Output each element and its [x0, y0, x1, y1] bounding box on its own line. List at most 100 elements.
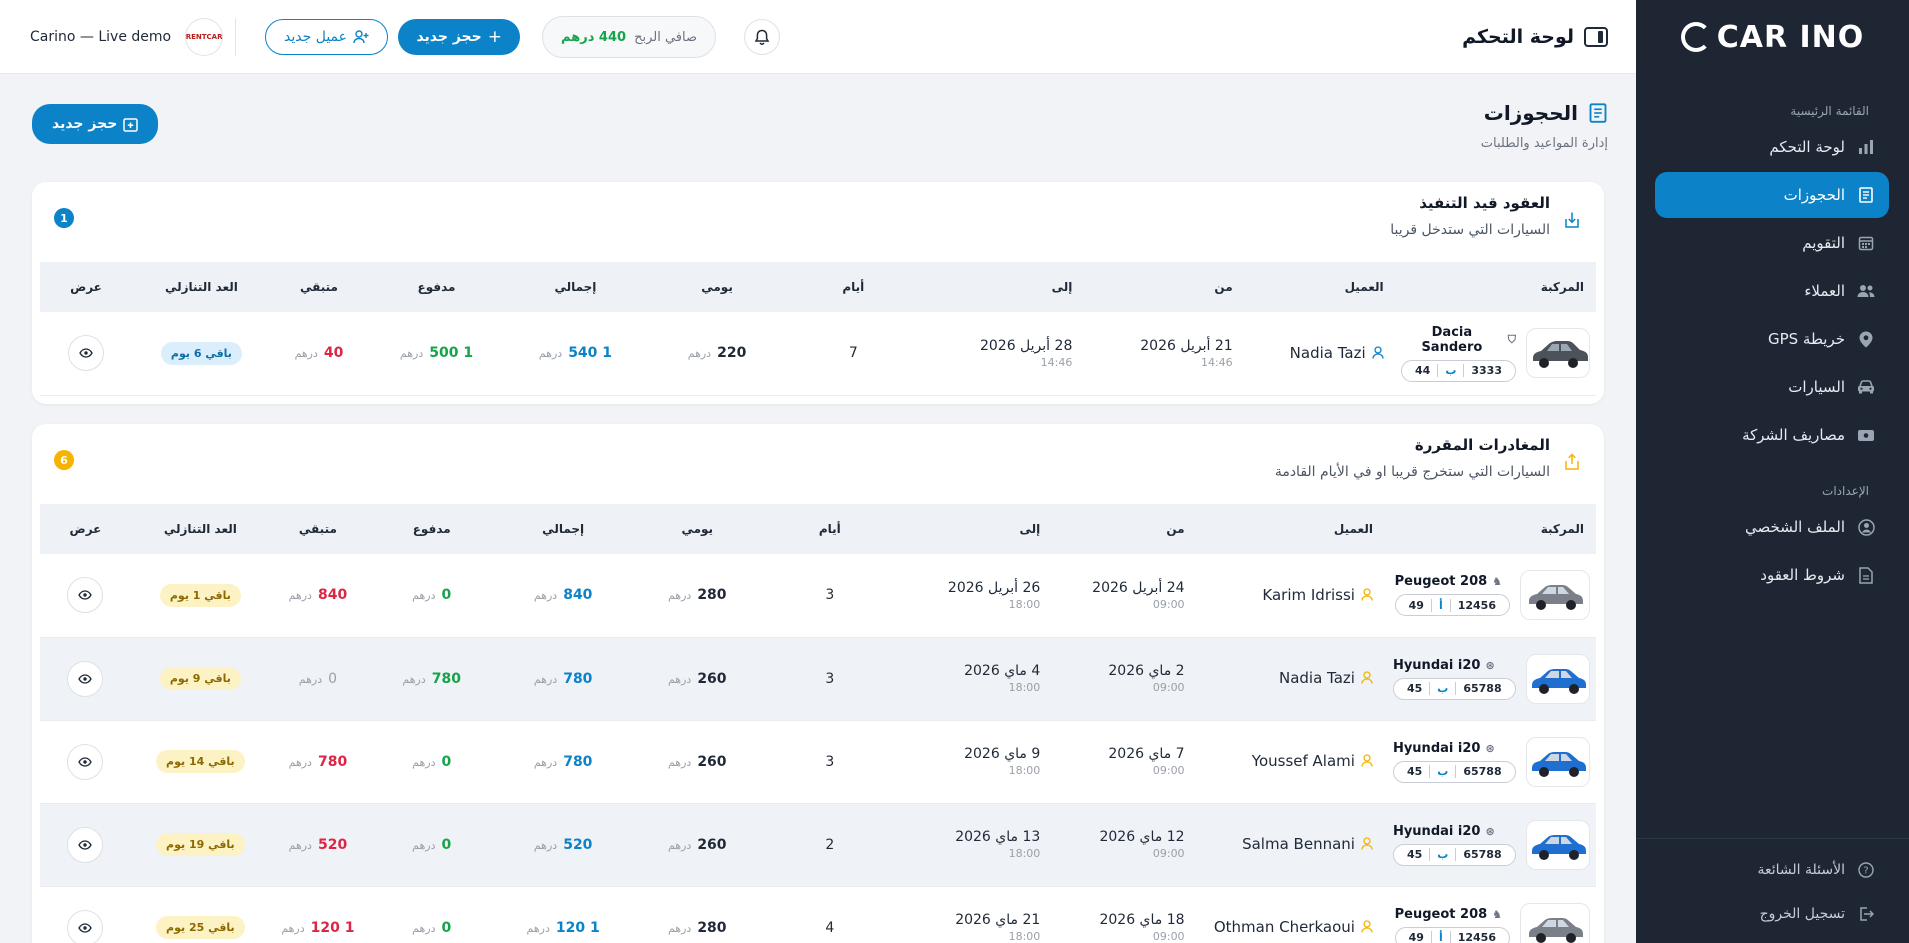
vehicle-name: ♞ Peugeot 208 [1394, 574, 1503, 590]
table-row[interactable]: ⊛ Hyundai i20 45 ب 65788 Nadia Tazi 2 ماي 2… [40, 637, 1596, 720]
vehicle-cell: ♞ Peugeot 208 49 أ 12456 [1393, 570, 1596, 621]
document-icon [1857, 566, 1875, 584]
sidebar-item-label: الأسئلة الشائعة [1757, 862, 1846, 878]
paid-amount: 780 درهم [402, 670, 461, 687]
to-date: 28 أبريل 2026 [979, 337, 1073, 354]
sidebar-item-label: شروط العقود [1760, 566, 1845, 584]
company-info[interactable]: Carino — Live demo RENTCAR [30, 0, 224, 74]
sidebar-toggle-icon[interactable] [1584, 26, 1608, 47]
table-row[interactable]: ⊛ Hyundai i20 45 ب 65788 Salma Bennani 12 م… [40, 803, 1596, 886]
license-plate: 49 أ 12456 [1394, 926, 1510, 943]
new-booking-label: حجز جديد [416, 29, 482, 45]
view-button[interactable] [67, 826, 104, 863]
daily-price: 260 درهم [667, 836, 727, 853]
new-client-label: عميل جديد [284, 29, 347, 45]
sidebar-item-bookings[interactable]: الحجوزات [1655, 172, 1889, 218]
logout-icon [1857, 905, 1875, 923]
view-button[interactable] [67, 577, 104, 614]
view-button[interactable] [67, 909, 104, 943]
total-price: 1 540 درهم [538, 345, 613, 362]
col-view: عرض [40, 504, 131, 554]
receipt-icon [1857, 186, 1875, 204]
eye-icon [78, 673, 93, 684]
to-time: 14:46 [1040, 355, 1073, 369]
from-date: 18 ماي 2026 [1099, 912, 1185, 928]
car-brand-icon: ♞ [1492, 575, 1503, 589]
table-row[interactable]: ♞ Peugeot 208 49 أ 12456 Karim Idrissi 24 أ… [40, 554, 1596, 637]
sidebar-item-label: لوحة التحكم [1769, 138, 1845, 156]
to-date: 21 ماي 2026 [955, 912, 1041, 928]
view-button[interactable] [67, 743, 104, 780]
page-new-booking-button[interactable]: حجز جديد [32, 104, 159, 144]
col-from: من [1040, 504, 1185, 554]
new-booking-label: حجز جديد [52, 116, 118, 132]
car-brand-icon: ⊛ [1485, 658, 1495, 672]
from-time: 09:00 [1152, 930, 1185, 943]
page-title: الحجوزات [1484, 101, 1608, 125]
sidebar-item-company-expenses[interactable]: مصاريف الشركة [1655, 412, 1889, 458]
car-image [1526, 328, 1590, 379]
daily-price: 280 درهم [667, 919, 727, 936]
sidebar-item-clients[interactable]: العملاء [1655, 268, 1889, 314]
daily-price: 220 درهم [687, 345, 747, 362]
car-brand-icon: ⊛ [1485, 741, 1495, 755]
table-row[interactable]: ⊛ Hyundai i20 45 ب 65788 Youssef Alami 7 ما… [40, 720, 1596, 803]
view-button[interactable] [67, 660, 104, 697]
remaining-amount: 0 درهم [298, 670, 338, 687]
col-vehicle: المركبة [1403, 262, 1596, 312]
sidebar-item-logout[interactable]: تسجيل الخروج [1655, 893, 1889, 935]
card-subtitle: السيارات التي ستخرج قريبا او في الأيام ا… [1274, 464, 1550, 480]
sidebar-item-faq[interactable]: ? الأسئلة الشائعة [1655, 849, 1889, 891]
col-view: عرض [40, 262, 132, 312]
sidebar-item-dashboard[interactable]: لوحة التحكم [1655, 124, 1889, 170]
card-title: المغادرات المقررة [1414, 436, 1550, 454]
table-row[interactable]: ⛉ Dacia Sandero 44 ب 3333 Nadia Tazi 21 أبر… [40, 312, 1596, 395]
days-value: 3 [825, 587, 835, 604]
topbar-new-booking-button[interactable]: + حجز جديد [398, 19, 520, 55]
col-vehicle: المركبة [1392, 504, 1596, 554]
from-date: 21 أبريل 2026 [1140, 337, 1233, 354]
sidebar-item-label: العملاء [1804, 282, 1845, 300]
sidebar-section-settings: الإعدادات [1822, 484, 1869, 498]
topbar-new-client-button[interactable]: عميل جديد [265, 19, 388, 55]
card-title: العقود قيد التنفيذ [1419, 194, 1550, 212]
vehicle-cell: ⛉ Dacia Sandero 44 ب 3333 [1401, 324, 1596, 382]
paid-amount: 0 درهم [412, 753, 452, 770]
view-button[interactable] [67, 335, 104, 372]
sidebar-item-cars[interactable]: السيارات [1655, 364, 1889, 410]
car-brand-icon: ⊛ [1485, 824, 1495, 838]
company-logo: RENTCAR [185, 18, 224, 56]
license-plate: 49 أ 12456 [1394, 594, 1510, 617]
sidebar-item-label: الملف الشخصي [1745, 518, 1845, 536]
car-image [1525, 653, 1590, 704]
client-name: Karim Idrissi [1262, 586, 1373, 604]
paid-amount: 0 درهم [412, 587, 452, 604]
car-image [1520, 902, 1590, 943]
total-price: 840 درهم [533, 587, 593, 604]
sidebar-item-gps-map[interactable]: خريطة GPS [1655, 316, 1889, 362]
sidebar-item-calendar[interactable]: التقويم [1655, 220, 1889, 266]
topbar: لوحة التحكم صافي الربح 440 درهم + حجز جد… [0, 0, 1636, 74]
topbar-title: لوحة التحكم [1462, 25, 1574, 48]
vehicle-name: ⛉ Dacia Sandero [1421, 324, 1516, 355]
sidebar-item-contract-terms[interactable]: شروط العقود [1655, 552, 1889, 598]
eye-icon [78, 839, 93, 850]
ongoing-contracts-table: المركبة العميل من إلى أيام يومي إجمالي م… [40, 262, 1596, 396]
vehicle-name: ⊛ Hyundai i20 [1392, 740, 1495, 756]
total-price: 780 درهم [533, 753, 593, 770]
sidebar-item-label: الحجوزات [1783, 186, 1845, 204]
sidebar-item-profile[interactable]: الملف الشخصي [1655, 504, 1889, 550]
col-client: العميل [1232, 262, 1404, 312]
paid-amount: 0 درهم [412, 919, 452, 936]
table-row[interactable]: ♞ Peugeot 208 49 أ 12456 Othman Cherkaoui 1… [40, 886, 1596, 943]
notifications-button[interactable] [744, 19, 780, 55]
user-icon [1361, 588, 1373, 601]
client-name: Youssef Alami [1252, 752, 1373, 770]
from-date: 24 أبريل 2026 [1092, 579, 1185, 596]
total-price: 780 درهم [533, 670, 593, 687]
car-image [1525, 736, 1590, 787]
app-logo[interactable]: CAR INO [1636, 0, 1909, 74]
license-plate: 45 ب 65788 [1392, 843, 1516, 866]
user-icon [1361, 920, 1373, 933]
col-remaining: متبقي [269, 504, 366, 554]
